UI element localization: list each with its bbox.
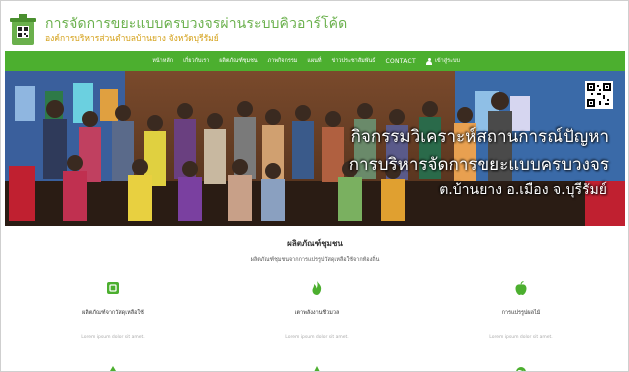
feature-label: ผลิตภัณฑ์จากวัสดุเหลือใช้ [82,310,144,316]
nav-item-contact[interactable]: CONTACT [385,58,416,65]
browser-frame: การจัดการขยะแบบครบวงจรผ่านระบบคิวอาร์โค้… [0,0,629,372]
feature-biomass-stove[interactable]: เตาพลังงานชีวมวล Lorem ipsum dolor sit a… [227,281,407,340]
feature-desc: Lorem ipsum dolor sit amet. [489,335,553,340]
box-icon [107,282,119,294]
tree-icon [311,361,323,371]
site-subtitle: องค์การบริหารส่วนตำบลบ้านยาง จังหวัดบุรี… [45,34,219,44]
main-nav: หน้าหลัก เกี่ยวกับเรา ผลิตภัณฑ์ชุมชน ภาพ… [5,51,625,71]
section-title: ผลิตภัณฑ์ชุมชน [287,239,343,248]
site-header: การจัดการขยะแบบครบวงจรผ่านระบบคิวอาร์โค้… [5,3,625,51]
product-features: ผลิตภัณฑ์จากวัสดุเหลือใช้ Lorem ipsum do… [5,281,625,351]
feature-desc: Lorem ipsum dolor sit amet. [285,335,349,340]
nav-item-gallery[interactable]: ภาพกิจกรรม [268,57,298,65]
apple-icon [515,281,527,295]
recycle-icon [107,361,119,371]
qr-code-icon [585,81,613,109]
feature-label: เตาพลังงานชีวมวล [294,310,340,316]
nav-item-about[interactable]: เกี่ยวกับเรา [183,57,209,65]
nav-item-login[interactable]: เข้าสู่ระบบ [426,57,460,65]
fire-icon [312,281,322,295]
section-subtitle: ผลิตภัณฑ์ชุมชนจากการแปรรูปวัสดุเหลือใช้จ… [250,257,380,263]
next-row-icons [5,361,625,371]
hero-banner: กิจกรรมวิเคราะห์สถานการณ์ปัญหา การบริหาร… [5,71,625,226]
feature-desc: Lorem ipsum dolor sit amet. [81,335,145,340]
feature-fruit-processing[interactable]: การแปรรูปผลไม้ Lorem ipsum dolor sit ame… [431,281,611,340]
user-icon [426,57,433,65]
globe-icon [515,361,527,371]
feature-recycled-products[interactable]: ผลิตภัณฑ์จากวัสดุเหลือใช้ Lorem ipsum do… [23,281,203,340]
feature-label: การแปรรูปผลไม้ [501,310,541,316]
page: การจัดการขยะแบบครบวงจรผ่านระบบคิวอาร์โค้… [5,3,625,371]
login-label: เข้าสู่ระบบ [435,58,460,64]
hero-headline: กิจกรรมวิเคราะห์สถานการณ์ปัญหา [350,127,609,147]
hero-subheadline: การบริหารจัดการขยะแบบครบวงจร [348,155,609,175]
nav-item-map[interactable]: แผนที่ [307,57,321,65]
hero-location: ต.บ้านยาง อ.เมือง จ.บุรีรัมย์ [439,182,607,198]
recycle-bin-logo-icon[interactable] [8,11,40,47]
nav-item-news[interactable]: ข่าวประชาสัมพันธ์ [332,57,376,65]
nav-item-products[interactable]: ผลิตภัณฑ์ชุมชน [219,57,257,65]
nav-item-home[interactable]: หน้าหลัก [152,57,173,65]
